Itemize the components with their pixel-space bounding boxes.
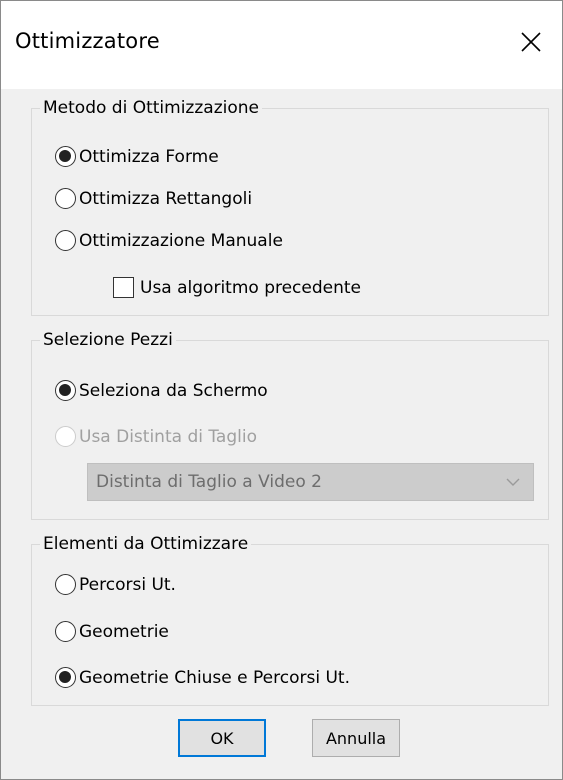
elementi-legend: Elementi da Ottimizzare bbox=[43, 534, 249, 554]
radio-ottimizza-rettangoli[interactable]: Ottimizza Rettangoli bbox=[55, 188, 252, 209]
distinta-dropdown: Distinta di Taglio a Video 2 bbox=[87, 463, 534, 501]
radio-indicator[interactable] bbox=[55, 667, 76, 688]
checkbox-indicator[interactable] bbox=[113, 277, 134, 298]
metodo-legend: Metodo di Ottimizzazione bbox=[43, 98, 259, 118]
radio-label: Seleziona da Schermo bbox=[79, 380, 268, 401]
radio-geometrie[interactable]: Geometrie bbox=[55, 621, 169, 642]
radio-ottimizzazione-manuale[interactable]: Ottimizzazione Manuale bbox=[55, 230, 283, 251]
checkbox-label: Usa algoritmo precedente bbox=[140, 277, 362, 298]
selezione-legend: Selezione Pezzi bbox=[43, 330, 173, 350]
radio-label: Ottimizza Rettangoli bbox=[79, 188, 253, 209]
radio-label: Usa Distinta di Taglio bbox=[79, 426, 257, 447]
radio-indicator[interactable] bbox=[55, 574, 76, 595]
radio-indicator[interactable] bbox=[55, 380, 76, 401]
cancel-button[interactable]: Annulla bbox=[312, 719, 400, 757]
radio-label: Percorsi Ut. bbox=[79, 574, 176, 595]
radio-indicator bbox=[55, 426, 76, 447]
radio-label: Geometrie Chiuse e Percorsi Ut. bbox=[79, 667, 350, 688]
radio-indicator[interactable] bbox=[55, 188, 76, 209]
radio-percorsi-ut[interactable]: Percorsi Ut. bbox=[55, 574, 176, 595]
close-icon bbox=[521, 32, 541, 52]
radio-ottimizza-forme[interactable]: Ottimizza Forme bbox=[55, 146, 219, 167]
chevron-down-icon bbox=[506, 478, 520, 486]
radio-label: Ottimizza Forme bbox=[79, 146, 219, 167]
dropdown-value: Distinta di Taglio a Video 2 bbox=[96, 472, 322, 492]
radio-indicator[interactable] bbox=[55, 146, 76, 167]
radio-label: Ottimizzazione Manuale bbox=[79, 230, 283, 251]
close-button[interactable] bbox=[516, 27, 546, 57]
radio-indicator[interactable] bbox=[55, 230, 76, 251]
radio-indicator[interactable] bbox=[55, 621, 76, 642]
checkbox-usa-algoritmo[interactable]: Usa algoritmo precedente bbox=[113, 277, 361, 298]
radio-geometrie-chiuse-e-percorsi[interactable]: Geometrie Chiuse e Percorsi Ut. bbox=[55, 667, 350, 688]
radio-usa-distinta-di-taglio: Usa Distinta di Taglio bbox=[55, 426, 257, 447]
radio-seleziona-da-schermo[interactable]: Seleziona da Schermo bbox=[55, 380, 268, 401]
radio-label: Geometrie bbox=[79, 621, 169, 642]
ok-button[interactable]: OK bbox=[178, 719, 266, 757]
optimizer-dialog: Ottimizzatore Metodo di Ottimizzazione O… bbox=[0, 0, 563, 780]
title-bar: Ottimizzatore bbox=[1, 1, 562, 89]
dialog-title: Ottimizzatore bbox=[15, 29, 160, 53]
